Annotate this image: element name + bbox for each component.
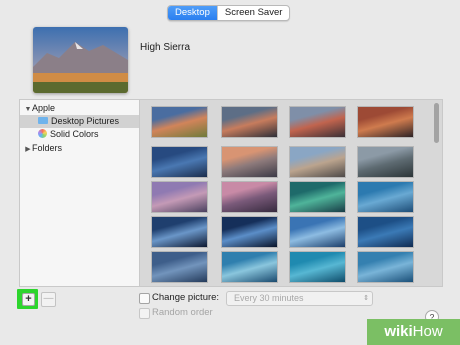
random-order-label: Random order (152, 307, 213, 318)
wallpaper-thumbnail[interactable] (358, 182, 413, 212)
wallpaper-thumbnail[interactable] (290, 252, 345, 282)
wallpaper-thumbnail[interactable] (222, 252, 277, 282)
wallpaper-thumbnail[interactable] (152, 147, 207, 177)
wallpaper-thumbnail[interactable] (222, 182, 277, 212)
source-group-apple[interactable]: ▼Apple (20, 102, 140, 115)
change-picture-label: Change picture: (152, 292, 220, 303)
wallpaper-grid (139, 99, 443, 287)
wallpaper-thumbnail[interactable] (290, 182, 345, 212)
current-wallpaper-preview (33, 27, 128, 93)
folder-icon (38, 117, 48, 125)
wallpaper-thumbnail[interactable] (358, 252, 413, 282)
source-item-desktop-pictures[interactable]: Desktop Pictures (20, 115, 140, 128)
wallpaper-thumbnail[interactable] (358, 217, 413, 247)
color-palette-icon (38, 129, 47, 139)
source-group-folders[interactable]: ▶Folders (20, 142, 140, 155)
wallpaper-thumbnail[interactable] (358, 107, 413, 137)
select-value: Every 30 minutes (234, 293, 304, 303)
source-label: Apple (32, 103, 56, 113)
wallpaper-thumbnail[interactable] (152, 107, 207, 137)
updown-chevron-icon: ⇕ (363, 295, 369, 302)
random-order-checkbox[interactable] (139, 308, 150, 319)
source-list: ▼Apple Desktop Pictures Solid Colors ▶Fo… (19, 99, 140, 287)
watermark-light: How (412, 323, 443, 340)
plus-icon: + (22, 293, 35, 306)
wallpaper-thumbnail[interactable] (152, 252, 207, 282)
grid-scrollbar[interactable] (434, 103, 439, 143)
wallpaper-thumbnail[interactable] (290, 107, 345, 137)
change-interval-select[interactable]: Every 30 minutes ⇕ (226, 291, 373, 306)
wallpaper-thumbnail[interactable] (152, 217, 207, 247)
wallpaper-thumbnail[interactable] (290, 217, 345, 247)
add-folder-button[interactable]: + (17, 289, 38, 309)
wallpaper-thumbnail[interactable] (358, 147, 413, 177)
remove-folder-button[interactable]: — (41, 292, 56, 307)
tab-screen-saver[interactable]: Screen Saver (216, 6, 290, 20)
watermark-bold: wiki (384, 323, 413, 340)
source-label: Solid Colors (50, 129, 99, 139)
wallpaper-image (33, 27, 128, 93)
wallpaper-thumbnail[interactable] (222, 107, 277, 137)
watermark-logo: wikiHow (367, 319, 460, 345)
disclosure-collapsed-icon[interactable]: ▶ (24, 143, 32, 156)
wallpaper-thumbnail[interactable] (222, 147, 277, 177)
change-picture-checkbox[interactable] (139, 293, 150, 304)
desktop-preferences-window: Desktop Screen Saver High Sierra ▼Apple … (0, 0, 460, 345)
tab-desktop[interactable]: Desktop (168, 6, 217, 20)
tab-bar: Desktop Screen Saver (167, 5, 291, 21)
source-label: Desktop Pictures (51, 116, 120, 126)
wallpaper-name: High Sierra (140, 42, 191, 53)
wallpaper-thumbnail[interactable] (222, 217, 277, 247)
source-item-solid-colors[interactable]: Solid Colors (20, 128, 140, 141)
source-label: Folders (32, 143, 63, 153)
wallpaper-thumbnail[interactable] (152, 182, 207, 212)
wallpaper-thumbnail[interactable] (290, 147, 345, 177)
